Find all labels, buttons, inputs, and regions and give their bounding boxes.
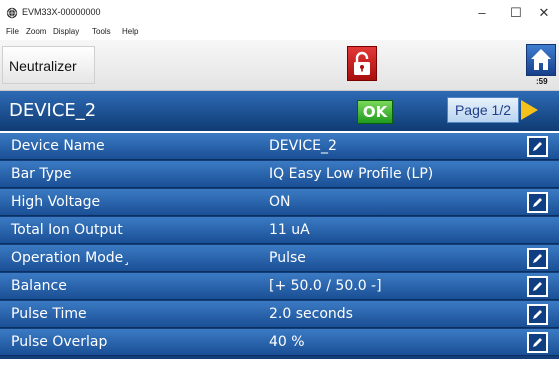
neutralizer-button[interactable]: Neutralizer [2,46,95,84]
row-value: ON [269,194,291,210]
settings-table: Device Name DEVICE_2 Bar Type IQ Easy Lo… [0,133,559,359]
home-icon [531,49,551,70]
window-title: EVM33X-00000000 [22,7,101,17]
ok-button[interactable]: OK [357,100,393,124]
menu-help[interactable]: Help [122,27,138,36]
next-page-arrow-icon[interactable] [521,100,538,120]
edit-pulse-overlap-button[interactable] [527,332,548,353]
session-timer: :59 [536,77,548,86]
row-value: DEVICE_2 [269,138,337,154]
page-header: DEVICE_2 OK Page 1/2 [0,91,559,131]
pencil-icon [533,198,542,207]
menu-file[interactable]: File [6,27,19,36]
table-row: Bar Type IQ Easy Low Profile (LP) [0,161,559,188]
edit-pulse-time-button[interactable] [527,304,548,325]
row-value: 11 uA [269,222,310,238]
row-label: Bar Type [11,166,72,182]
lock-icon [354,51,370,75]
pencil-icon [533,142,542,151]
edit-device-name-button[interactable] [527,136,548,157]
row-value: IQ Easy Low Profile (LP) [269,166,434,182]
pencil-icon [533,282,542,291]
page-indicator-button[interactable]: Page 1/2 [447,97,519,123]
row-value: 2.0 seconds [269,306,353,322]
edit-balance-button[interactable] [527,276,548,297]
edit-high-voltage-button[interactable] [527,192,548,213]
row-value: [+ 50.0 / 50.0 -] [269,278,382,294]
pencil-icon [533,338,542,347]
bottom-margin [0,359,559,373]
menu-display[interactable]: Display [53,27,79,36]
row-value: 40 % [269,334,305,350]
window-titlebar: EVM33X-00000000 – ☐ ✕ [0,0,559,26]
row-label: Total Ion Output [11,222,123,238]
row-label: Pulse Overlap [11,334,108,350]
pencil-icon [533,310,542,319]
table-row: Pulse Time 2.0 seconds [0,301,559,328]
page-title: DEVICE_2 [9,100,97,121]
row-label: High Voltage [11,194,101,210]
row-label: Operation Mode¸ [11,250,131,266]
minimize-button[interactable]: – [465,2,499,24]
table-row: Total Ion Output 11 uA [0,217,559,244]
table-row: Device Name DEVICE_2 [0,133,559,160]
menu-zoom[interactable]: Zoom [26,27,46,36]
row-label: Balance [11,278,67,294]
row-label: Pulse Time [11,306,87,322]
pencil-icon [533,254,542,263]
menu-bar: File Zoom Display Tools Help [0,26,559,40]
row-value: Pulse [269,250,306,266]
table-row: High Voltage ON [0,189,559,216]
row-label: Device Name [11,138,105,154]
app-globe-icon [6,7,18,19]
lock-button[interactable] [347,46,377,81]
table-row: Balance [+ 50.0 / 50.0 -] [0,273,559,300]
edit-operation-mode-button[interactable] [527,248,548,269]
menu-tools[interactable]: Tools [92,27,111,36]
top-toolbar: Neutralizer :59 [0,40,559,91]
home-button[interactable] [526,44,556,76]
table-row: Pulse Overlap 40 % [0,329,559,356]
close-button[interactable]: ✕ [527,2,559,24]
table-row: Operation Mode¸ Pulse [0,245,559,272]
